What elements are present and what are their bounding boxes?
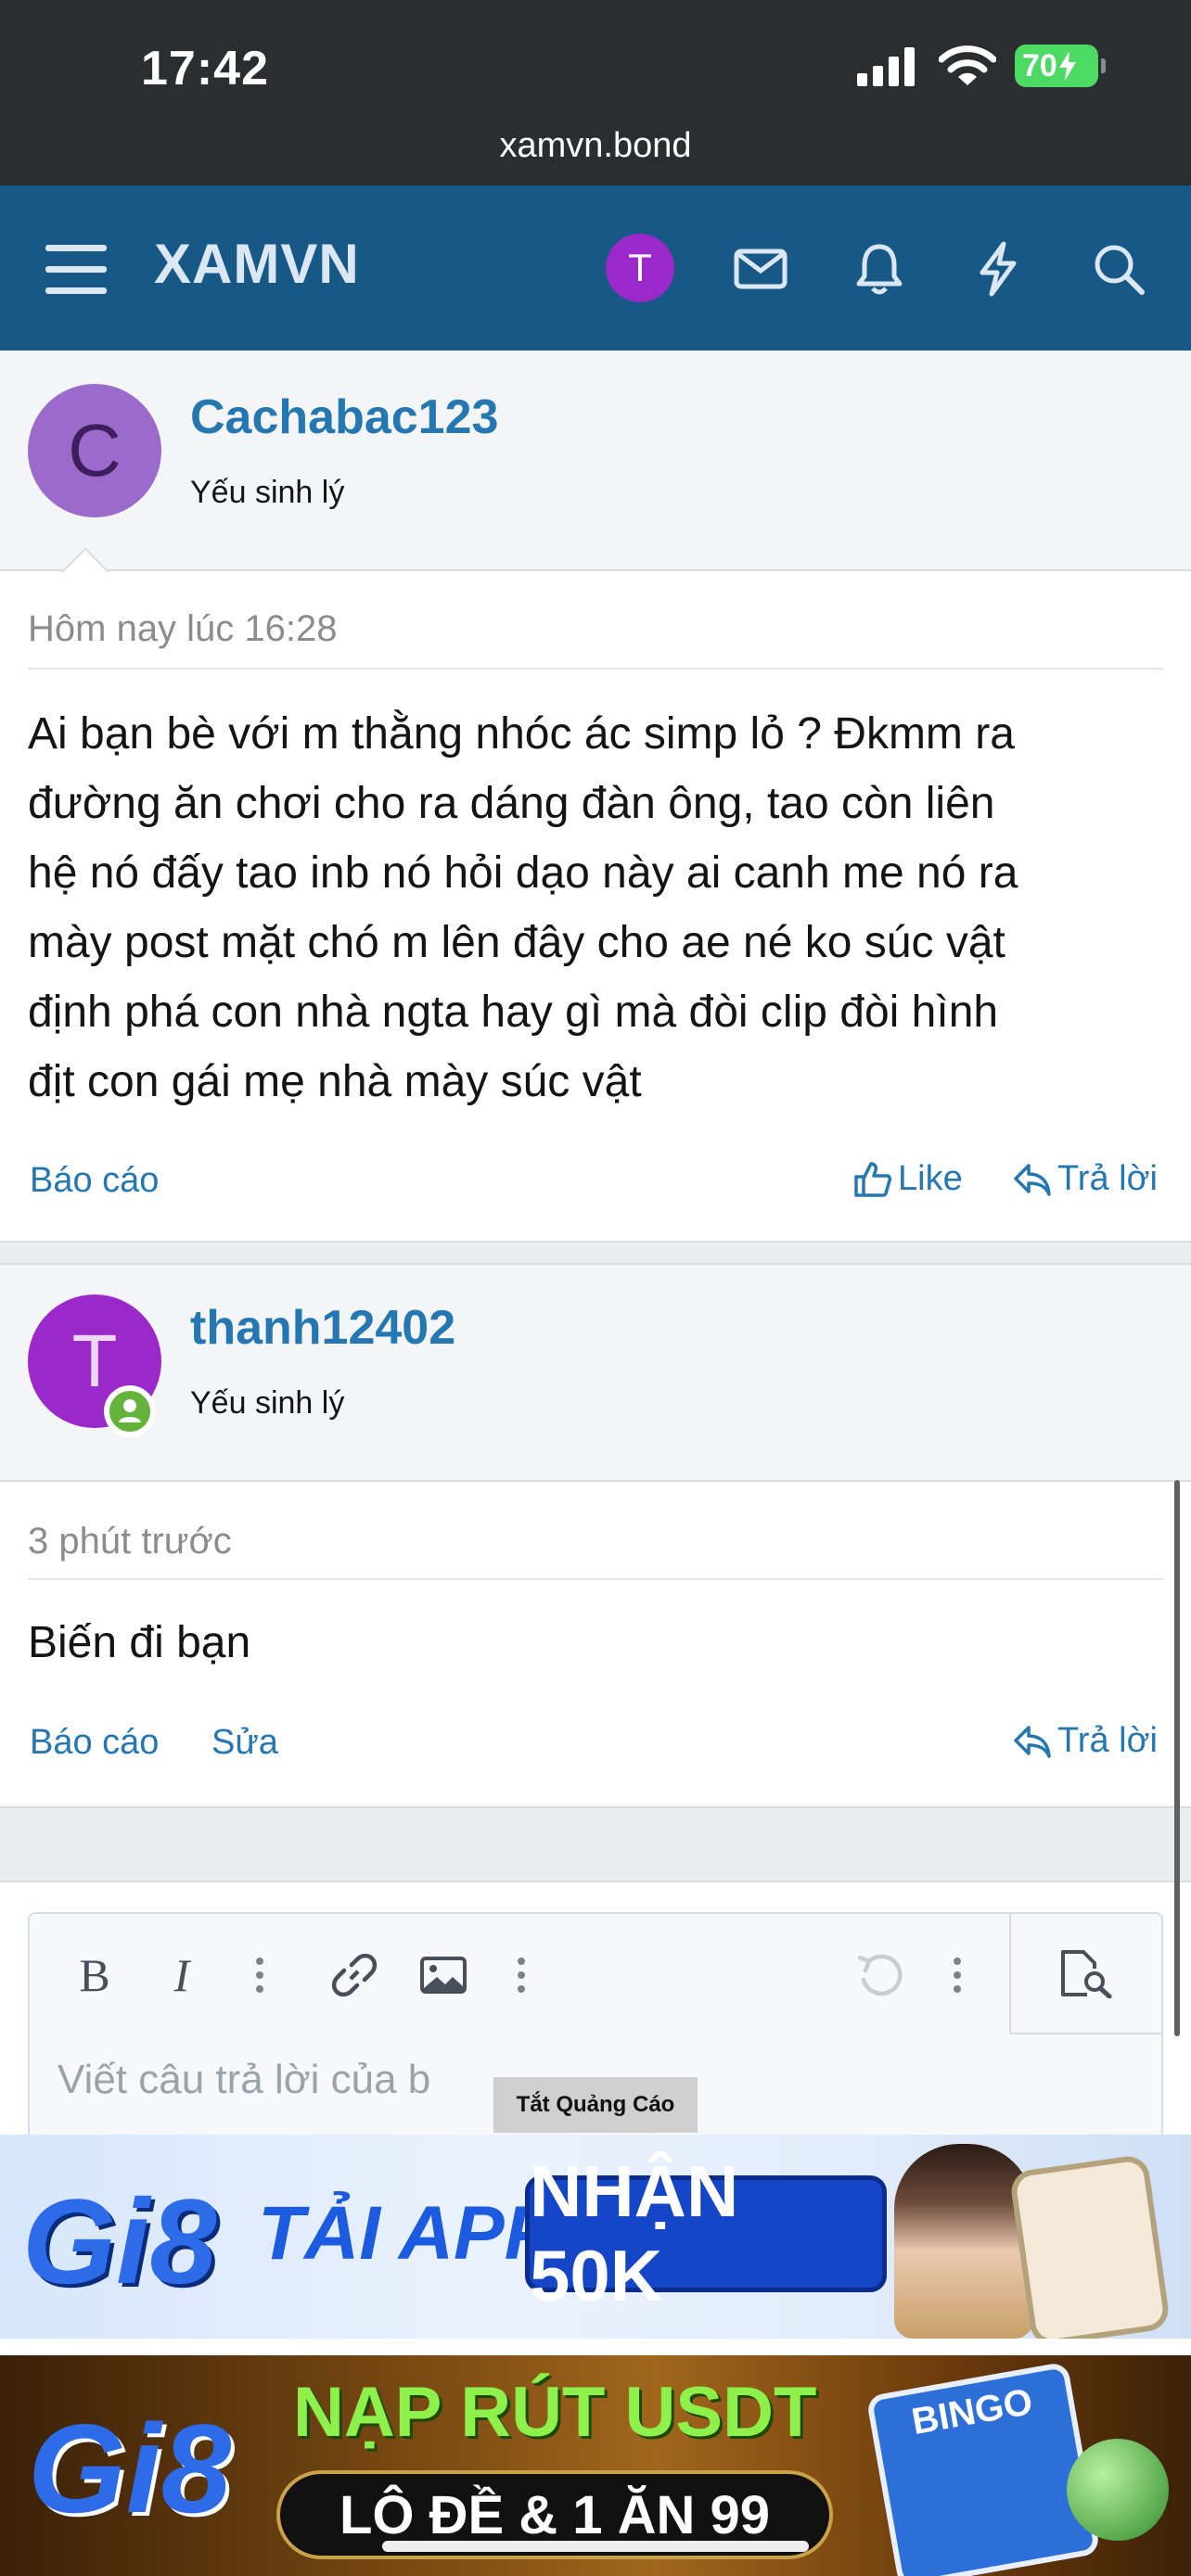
image-icon[interactable] bbox=[416, 1949, 471, 2001]
divider bbox=[28, 1578, 1163, 1580]
more-options-icon[interactable] bbox=[929, 1949, 985, 2001]
report-label: Báo cáo bbox=[30, 1723, 160, 1762]
wifi-icon bbox=[939, 45, 996, 85]
online-status-icon bbox=[104, 1385, 156, 1437]
signal-icon bbox=[857, 47, 915, 86]
more-insert-options-icon[interactable] bbox=[493, 1949, 549, 2001]
reply-icon bbox=[1014, 1163, 1051, 1196]
post-content: Ai bạn bè với m thằng nhóc ác simp lỏ ? … bbox=[28, 699, 1169, 1116]
battery-icon: 70 bbox=[1015, 45, 1106, 87]
post-line: mày post mặt chó m lên đây cho ae né ko … bbox=[28, 918, 1005, 967]
preview-icon[interactable] bbox=[1009, 1914, 1161, 2034]
ad-brand: Gi8 bbox=[28, 2398, 232, 2539]
menu-icon[interactable] bbox=[43, 236, 109, 302]
site-navbar: XAMVN bbox=[0, 185, 1191, 351]
ad-banner-1[interactable]: Gi8 TẢI APP NHẬN 50K bbox=[0, 2135, 1191, 2339]
post-line: đường ăn chơi cho ra dáng đàn ông, tao c… bbox=[28, 779, 995, 828]
ad-ball-image bbox=[1067, 2439, 1169, 2541]
username-link[interactable]: Cachabac123 bbox=[190, 389, 498, 445]
whats-new-bolt-icon[interactable] bbox=[965, 236, 1031, 302]
charging-bolt-icon bbox=[1058, 51, 1076, 81]
report-link[interactable]: Báo cáo bbox=[30, 1723, 159, 1763]
post-timestamp[interactable]: 3 phút trước bbox=[28, 1521, 232, 1562]
reply-label: Trả lời bbox=[1057, 1159, 1158, 1198]
edit-label: Sửa bbox=[211, 1723, 278, 1762]
post-separator bbox=[0, 1806, 1191, 1882]
post-line: hệ nó đấy tao inb nó hỏi dạo này ai canh… bbox=[28, 848, 1018, 898]
post-content: Biến đi bạn bbox=[28, 1618, 251, 1667]
battery-level: 70 bbox=[1022, 47, 1057, 83]
ad-bingo-image: BINGO bbox=[865, 2361, 1101, 2576]
editor-toolbar: B I bbox=[30, 1914, 1161, 2034]
thumbs-up-icon bbox=[854, 1161, 892, 1197]
more-text-options-icon[interactable] bbox=[232, 1949, 288, 2001]
ad-text: TẢI APP bbox=[258, 2191, 556, 2276]
bold-icon[interactable]: B bbox=[67, 1949, 122, 2001]
home-indicator[interactable] bbox=[382, 2541, 809, 2552]
ad-text: NẠP RÚT USDT bbox=[293, 2373, 817, 2452]
user-title: Yếu sinh lý bbox=[190, 475, 345, 510]
reply-button[interactable]: Trả lời bbox=[1013, 1159, 1158, 1199]
undo-icon[interactable] bbox=[852, 1949, 907, 2001]
italic-icon[interactable]: I bbox=[154, 1949, 210, 2001]
report-link[interactable]: Báo cáo bbox=[30, 1161, 159, 1201]
edit-link[interactable]: Sửa bbox=[211, 1723, 278, 1763]
divider bbox=[28, 668, 1163, 670]
post-timestamp[interactable]: Hôm nay lúc 16:28 bbox=[28, 608, 338, 650]
post-line: địt con gái mẹ nhà mày súc vật bbox=[28, 1057, 642, 1106]
status-icons: 70 bbox=[855, 45, 1106, 87]
status-bar: 17:42 70 xamvn.bond bbox=[0, 0, 1191, 185]
close-ads-button[interactable]: Tắt Quảng Cáo bbox=[493, 2077, 698, 2133]
reply-button[interactable]: Trả lời bbox=[1013, 1721, 1158, 1761]
report-label: Báo cáo bbox=[30, 1161, 160, 1200]
avatar[interactable]: C bbox=[28, 384, 161, 517]
username-link[interactable]: thanh12402 bbox=[190, 1300, 455, 1356]
inbox-icon[interactable] bbox=[727, 236, 794, 302]
reply-icon bbox=[1014, 1725, 1051, 1758]
ad-bingo-label: BINGO bbox=[908, 2380, 1036, 2443]
site-logo[interactable]: XAMVN bbox=[154, 232, 360, 296]
page-scrollbar[interactable] bbox=[1174, 1480, 1180, 2036]
ad-phone-image bbox=[1008, 2153, 1172, 2339]
like-button[interactable]: Like bbox=[853, 1159, 963, 1199]
address-bar-url[interactable]: xamvn.bond bbox=[0, 126, 1191, 166]
reply-label: Trả lời bbox=[1057, 1721, 1158, 1760]
ad-model-image bbox=[894, 2144, 1033, 2339]
post-user-header: T thanh12402 Yếu sinh lý bbox=[0, 1265, 1191, 1482]
post-line: định phá con nhà ngta hay gì mà đòi clip… bbox=[28, 988, 999, 1037]
post-separator bbox=[0, 1241, 1191, 1265]
user-title: Yếu sinh lý bbox=[190, 1385, 345, 1421]
account-avatar[interactable]: T bbox=[606, 234, 674, 302]
post-user-header: C Cachabac123 Yếu sinh lý bbox=[0, 351, 1191, 571]
reply-input[interactable]: Viết câu trả lời của b bbox=[58, 2057, 430, 2103]
bell-icon[interactable] bbox=[846, 236, 913, 302]
link-icon[interactable] bbox=[327, 1949, 382, 2001]
post-line: Ai bạn bè với m thằng nhóc ác simp lỏ ? … bbox=[28, 709, 1015, 759]
search-icon[interactable] bbox=[1085, 236, 1152, 302]
like-label: Like bbox=[898, 1159, 963, 1198]
ad-cta: NHẬN 50K bbox=[525, 2150, 887, 2316]
ad-brand: Gi8 bbox=[22, 2174, 217, 2309]
status-time: 17:42 bbox=[141, 42, 269, 96]
